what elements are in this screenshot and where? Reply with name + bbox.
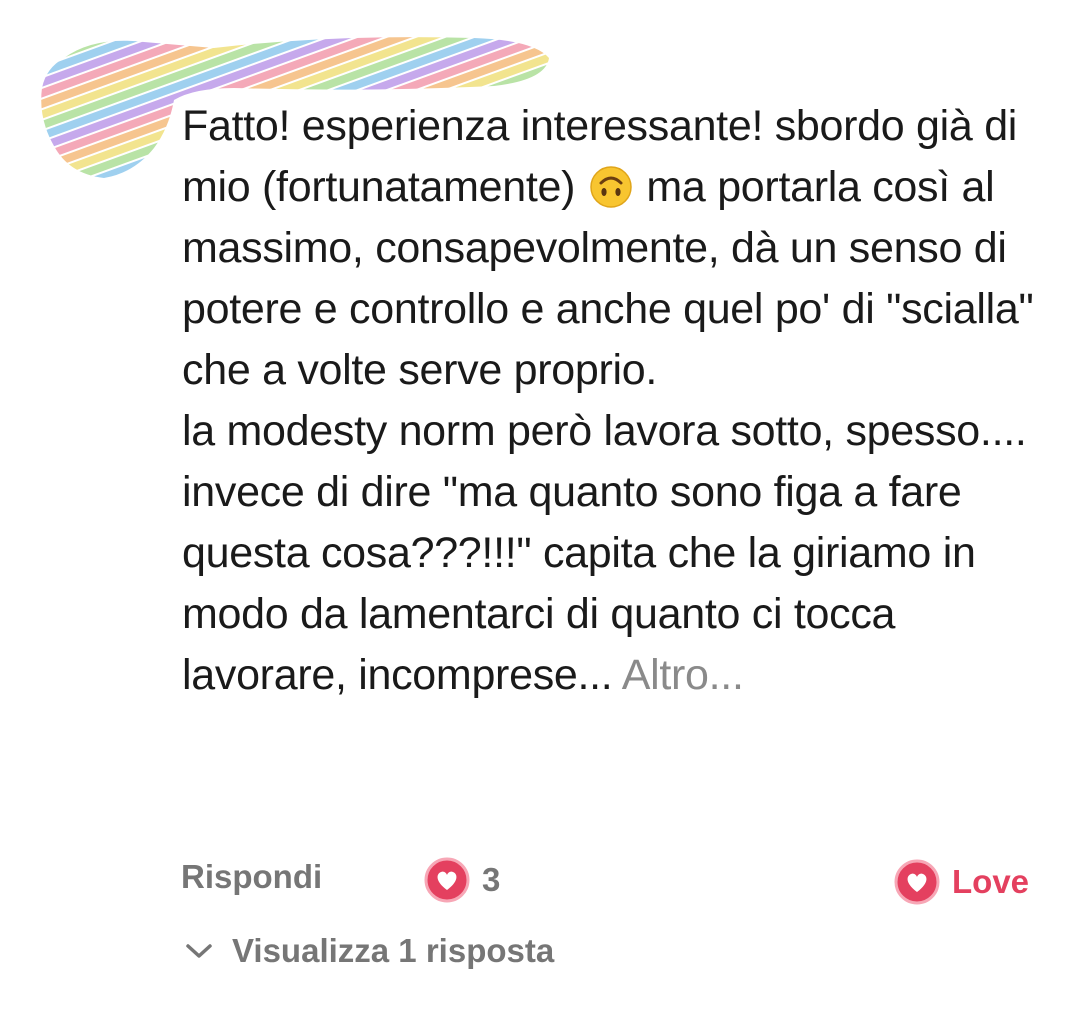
comment-actions: Rispondi 3 Love	[0, 850, 1080, 910]
comment-text: Fatto! esperienza interessante! sbordo g…	[182, 96, 1062, 706]
comment-text-part: invece di dire "ma quanto sono figa a fa…	[182, 468, 976, 699]
see-more-link[interactable]: Altro...	[622, 651, 744, 699]
comment-paragraph-1: Fatto! esperienza interessante! sbordo g…	[182, 96, 1062, 401]
like-count[interactable]: 3	[424, 857, 501, 903]
comment-paragraph-2: la modesty norm però lavora sotto, spess…	[182, 407, 1027, 455]
chevron-down-icon	[186, 944, 212, 958]
view-replies-label: Visualizza 1 risposta	[232, 932, 555, 969]
reply-button[interactable]: Rispondi	[181, 858, 322, 896]
upside-down-face-icon	[590, 166, 632, 208]
comment-paragraph-3: invece di dire "ma quanto sono figa a fa…	[182, 462, 1062, 706]
love-button[interactable]: Love	[894, 858, 1029, 906]
like-count-value: 3	[482, 861, 501, 898]
love-reaction-icon	[424, 857, 470, 903]
view-replies-button[interactable]: Visualizza 1 risposta	[184, 932, 554, 970]
love-label: Love	[952, 863, 1030, 900]
heart-icon	[894, 859, 940, 905]
